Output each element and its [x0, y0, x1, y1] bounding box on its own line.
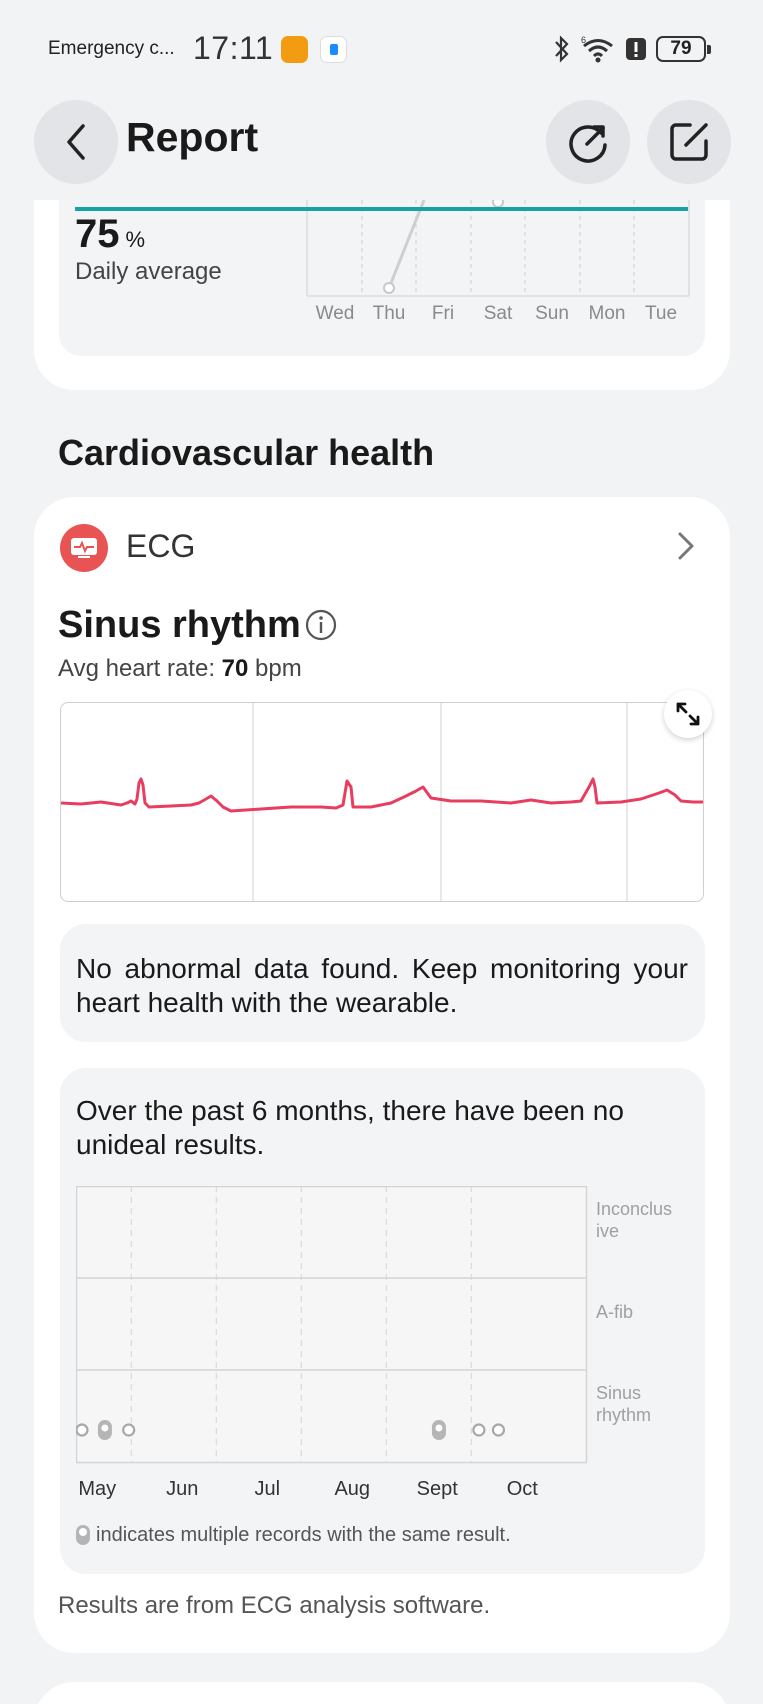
page-title: Report: [126, 114, 259, 160]
chart-point: [122, 1423, 136, 1437]
trend-line: [387, 200, 426, 289]
x-tick-label: Jul: [254, 1478, 280, 1500]
ecg-app-icon: [60, 524, 108, 572]
day-label: Tue: [644, 303, 678, 324]
ecg-trace: [61, 777, 703, 813]
ecg-waveform: [60, 702, 704, 902]
bluetooth-icon: [555, 35, 569, 63]
x-tick-label: May: [78, 1478, 116, 1500]
expand-button[interactable]: [664, 690, 712, 738]
heartbeat-monitor-icon: [71, 538, 97, 558]
chart-point-multiple-dot: [101, 1424, 109, 1432]
ecg-waveform-svg: [61, 703, 703, 901]
average-line: [75, 207, 688, 211]
y-tick-label: A-fib: [596, 1302, 633, 1322]
weekday-axis: Wed Thu Fri Sat Sun Mon Tue: [306, 303, 690, 327]
avg-hr-label: Avg heart rate:: [58, 655, 215, 682]
ecg-history-text: Over the past 6 months, there have been …: [76, 1095, 624, 1160]
day-label: Thu: [372, 303, 406, 324]
notification-app-icon-2: [320, 36, 347, 63]
ecg-message-text: No abnormal data found. Keep monitoring …: [76, 953, 688, 1018]
app-bar: Report: [0, 90, 763, 200]
wifi-icon: 6: [581, 35, 613, 63]
status-bar: Emergency c... 17:11 6 79: [0, 0, 763, 90]
x-tick-label: Aug: [334, 1478, 370, 1500]
ecg-footnote: Results are from ECG analysis software.: [58, 1592, 491, 1619]
plot-area: [76, 1186, 588, 1464]
edit-button[interactable]: [647, 100, 731, 184]
x-tick-label: Oct: [507, 1478, 539, 1500]
chart-point-multiple-dot: [435, 1424, 443, 1432]
alert-icon: [626, 38, 646, 60]
ecg-history-chart: Inconclus ive A-fib Sinus rhythm May Jun Jul Aug…: [76, 1186, 672, 1500]
daily-average-value: 75%: [75, 212, 145, 257]
expand-icon: [676, 702, 700, 726]
edit-icon: [670, 123, 708, 161]
carrier-label: Emergency c...: [48, 38, 175, 59]
chart-point: [491, 1423, 506, 1437]
battery-indicator: 79: [656, 36, 711, 62]
info-icon[interactable]: [304, 608, 338, 642]
y-tick-label: Inconclus ive: [596, 1199, 672, 1241]
day-label: Mon: [588, 303, 626, 324]
battery-level: 79: [670, 38, 692, 59]
weekly-trend-chart: [306, 200, 690, 297]
day-label: Sat: [483, 303, 513, 324]
share-arc-icon: [569, 125, 607, 163]
x-tick-label: Sept: [417, 1478, 459, 1500]
average-unit: %: [125, 227, 146, 252]
system-icons: 6 79: [552, 34, 711, 64]
share-button[interactable]: [546, 100, 630, 184]
chart-point: [76, 1423, 89, 1437]
y-tick-label: Sinus rhythm: [596, 1383, 651, 1425]
back-button[interactable]: [34, 100, 118, 184]
trend-point-thu: [383, 282, 395, 294]
clock: 17:11: [193, 30, 274, 66]
average-number: 75: [75, 212, 120, 256]
chart-point: [472, 1423, 486, 1437]
next-card: [34, 1682, 730, 1704]
avg-hr-unit: bpm: [255, 655, 302, 682]
day-label: Wed: [315, 303, 355, 324]
chevron-right-icon[interactable]: [676, 530, 696, 562]
section-title: Cardiovascular health: [58, 432, 435, 473]
notification-app-icon: [281, 36, 308, 63]
chart-gridlines: [306, 200, 690, 297]
x-tick-label: Jun: [166, 1478, 198, 1500]
ecg-message-box: No abnormal data found. Keep monitoring …: [60, 924, 705, 1042]
ecg-title[interactable]: ECG: [126, 528, 195, 565]
day-label: Fri: [431, 303, 455, 324]
ecg-history-box: Over the past 6 months, there have been …: [60, 1068, 705, 1574]
daily-average-caption: Daily average: [75, 258, 222, 285]
chart-legend: indicates multiple records with the same…: [74, 1523, 511, 1547]
trend-point-sat: [492, 200, 504, 208]
day-label: Sun: [535, 303, 569, 324]
avg-heart-rate: Avg heart rate: 70 bpm: [58, 655, 302, 683]
ecg-result-title: Sinus rhythm: [58, 604, 301, 646]
chevron-left-icon: [67, 124, 85, 160]
legend-text: indicates multiple records with the same…: [96, 1523, 511, 1546]
svg-text:6: 6: [581, 35, 586, 45]
multiple-records-icon: [76, 1525, 90, 1545]
avg-hr-value: 70: [221, 655, 249, 682]
